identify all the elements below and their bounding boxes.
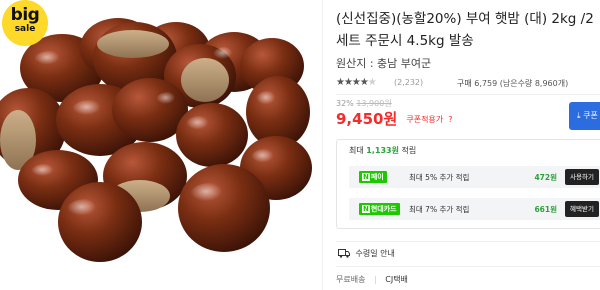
help-icon[interactable]: ?	[448, 115, 452, 124]
shipping-row: 무료배송 | CJ택배	[336, 274, 408, 285]
big-sale-badge-line1: big	[10, 5, 40, 25]
rating-stars[interactable]: ★★★★★	[336, 77, 377, 88]
purchase-info: 구매 6,759 (남은수량 8,960개)	[457, 78, 568, 89]
divider	[336, 241, 600, 242]
benefit-points: 472원	[534, 173, 557, 182]
divider	[322, 0, 323, 290]
benefit-points: 661원	[534, 205, 557, 214]
discount-rate: 32%	[336, 99, 354, 108]
benefit-use-button[interactable]: 사용하기	[565, 169, 599, 185]
big-sale-badge-line2: sale	[14, 24, 36, 34]
benefit-header-prefix: 최대	[349, 146, 364, 155]
product-title: (신선집중)(농할20%) 부여 햇밤 (대) 2kg /2 세트 주문시 4.…	[336, 8, 600, 52]
price-row: 9,450원 쿠폰적용가 ?	[336, 108, 453, 129]
benefit-header-amount: 1,133원	[366, 146, 399, 155]
original-price: 13,900원	[356, 99, 392, 108]
product-title-line2: 세트 주문시 4.5kg 발송	[336, 33, 474, 49]
purchase-label: 구매	[457, 79, 472, 88]
sale-price: 9,450원	[336, 110, 398, 128]
product-image-chestnuts	[0, 18, 312, 262]
benefit-box: 최대 1,133원 적립 N 페이 최대 5% 추가 적립 472원 사용하기 N…	[336, 139, 600, 229]
benefit-header: 최대 1,133원 적립	[349, 145, 416, 156]
benefit-header-suffix: 적립	[401, 146, 417, 155]
truck-icon	[338, 249, 350, 258]
delivery-label: 수령일 안내	[355, 249, 395, 258]
rating-row: ★★★★★ (2,232) 구매 6,759 (남은수량 8,960개)	[336, 77, 600, 91]
pay-logo-label: 페이	[370, 173, 384, 181]
product-image-area: big sale	[0, 0, 322, 290]
benefit-row-card: N 현대카드 최대 7% 추가 적립 661원 혜택받기	[349, 198, 600, 220]
benefit-description: 최대 7% 추가 적립	[409, 205, 470, 214]
big-sale-badge: big sale	[2, 0, 48, 46]
divider	[336, 94, 600, 95]
coupon-price-label: 쿠폰적용가	[406, 115, 444, 124]
purchase-count: 6,759	[474, 79, 498, 88]
benefit-description: 최대 5% 추가 적립	[409, 173, 470, 182]
benefit-row-pay: N 페이 최대 5% 추가 적립 472원 사용하기	[349, 166, 600, 188]
coupon-button-label: 쿠폰	[583, 111, 598, 120]
separator: |	[374, 275, 377, 284]
delivery-date-info[interactable]: 수령일 안내	[338, 248, 395, 259]
product-origin: 원산지 : 충남 부여군	[336, 57, 432, 70]
download-icon: ⤓	[577, 111, 581, 120]
shipping-fee: 무료배송	[336, 275, 366, 284]
remaining-stock: (남은수량 8,960개)	[499, 79, 569, 88]
card-logo: N 현대카드	[359, 203, 400, 215]
benefit-get-button[interactable]: 혜택받기	[565, 201, 599, 217]
review-count[interactable]: (2,232)	[394, 78, 423, 87]
pay-logo: N 페이	[359, 171, 387, 183]
n-pay-icon: N	[362, 205, 370, 213]
carrier-name: CJ택배	[385, 275, 408, 284]
coupon-download-button[interactable]: ⤓ 쿠폰	[569, 102, 600, 130]
divider	[336, 266, 600, 267]
product-details: (신선집중)(농할20%) 부여 햇밤 (대) 2kg /2 세트 주문시 4.…	[336, 0, 600, 290]
product-title-line1: (신선집중)(농할20%) 부여 햇밤 (대) 2kg /2	[336, 11, 594, 27]
n-pay-icon: N	[362, 173, 370, 181]
card-logo-label: 현대카드	[370, 205, 397, 213]
